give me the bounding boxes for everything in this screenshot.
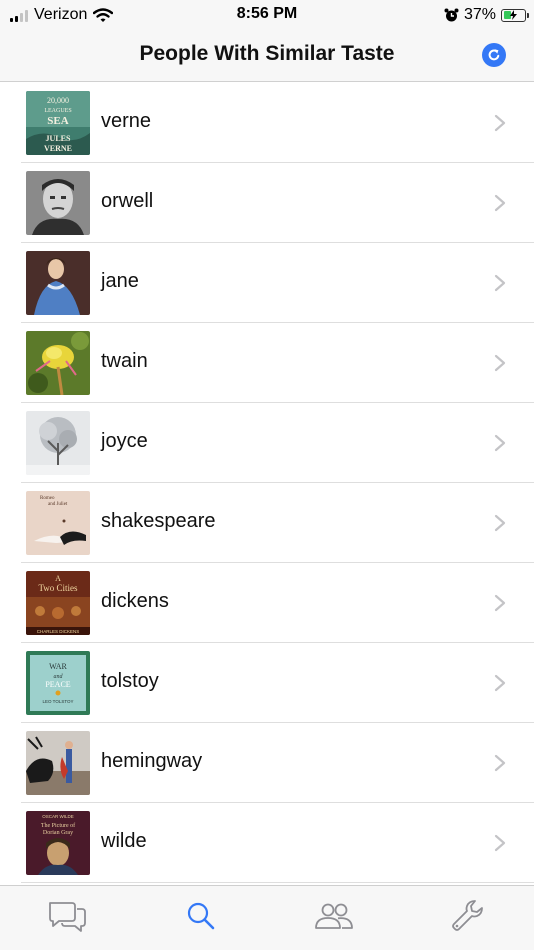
alarm-icon xyxy=(444,8,459,21)
tale-of-two-cities-cover: A Two Cities CHARLES DICKENS xyxy=(26,571,90,635)
chat-bubbles-icon xyxy=(49,902,86,932)
svg-text:VERNE: VERNE xyxy=(44,144,72,153)
orwell-portrait xyxy=(26,171,90,235)
dorian-gray-cover: OSCAR WILDE The Picture of Dorian Gray xyxy=(26,811,90,875)
person-name: jane xyxy=(101,270,139,292)
chevron-right-icon xyxy=(494,514,506,532)
person-name: joyce xyxy=(101,430,148,452)
svg-text:SEA: SEA xyxy=(47,115,68,127)
svg-text:and Juliet: and Juliet xyxy=(48,502,68,507)
refresh-icon xyxy=(482,43,506,67)
person-name: hemingway xyxy=(101,750,203,772)
tab-settings[interactable] xyxy=(447,898,487,934)
list-item[interactable]: joyce xyxy=(0,403,534,483)
person-name: orwell xyxy=(101,190,154,212)
people-icon xyxy=(315,903,353,929)
list-item[interactable]: Romeo and Juliet shakespeare xyxy=(0,483,534,563)
chevron-right-icon xyxy=(494,434,506,452)
svg-text:CHARLES DICKENS: CHARLES DICKENS xyxy=(37,629,80,634)
person-name: dickens xyxy=(101,590,169,612)
list-item[interactable]: hemingway xyxy=(0,723,534,803)
bullfight-painting xyxy=(26,731,90,795)
chevron-right-icon xyxy=(494,114,506,132)
list-item[interactable]: WAR and PEACE LEO TOLSTOY tolstoy xyxy=(0,643,534,723)
person-name: verne xyxy=(101,110,152,132)
chevron-right-icon xyxy=(494,594,506,612)
svg-text:20,000: 20,000 xyxy=(47,96,69,105)
svg-text:Romeo: Romeo xyxy=(40,496,55,501)
jane-austen-portrait xyxy=(26,251,90,315)
list-item[interactable]: 20,000 LEAGUES SEA JULES VERNE verne xyxy=(0,83,534,163)
people-list: 20,000 LEAGUES SEA JULES VERNE verne orw… xyxy=(0,83,534,883)
person-name: shakespeare xyxy=(101,510,216,532)
battery-charging-icon xyxy=(501,8,529,22)
romeo-and-juliet-cover: Romeo and Juliet xyxy=(26,491,90,555)
person-name: tolstoy xyxy=(101,670,159,692)
svg-text:PEACE: PEACE xyxy=(45,680,70,689)
svg-text:A: A xyxy=(55,574,61,583)
search-icon xyxy=(187,902,215,930)
chevron-right-icon xyxy=(494,354,506,372)
wrench-icon xyxy=(452,900,483,931)
yellow-flower-photo xyxy=(26,331,90,395)
chevron-right-icon xyxy=(494,754,506,772)
list-item[interactable]: jane xyxy=(0,243,534,323)
tab-search[interactable] xyxy=(181,898,221,934)
status-bar: Verizon 8:56 PM 37% xyxy=(0,0,534,30)
svg-text:LEAGUES: LEAGUES xyxy=(44,108,71,114)
war-and-peace-cover: WAR and PEACE LEO TOLSTOY xyxy=(26,651,90,715)
person-name: twain xyxy=(101,350,148,372)
chevron-right-icon xyxy=(494,194,506,212)
chevron-right-icon xyxy=(494,674,506,692)
person-name: wilde xyxy=(101,830,147,852)
list-item[interactable]: twain xyxy=(0,323,534,403)
battery-percent: 37% xyxy=(463,6,496,23)
svg-text:Dorian Gray: Dorian Gray xyxy=(43,830,73,836)
svg-text:OSCAR WILDE: OSCAR WILDE xyxy=(42,814,74,819)
svg-text:Two Cities: Two Cities xyxy=(38,583,78,593)
tab-messages[interactable] xyxy=(47,898,87,934)
page-title: People With Similar Taste xyxy=(139,42,395,65)
list-item[interactable]: OSCAR WILDE The Picture of Dorian Gray w… xyxy=(0,803,534,883)
twenty-thousand-leagues-cover: 20,000 LEAGUES SEA JULES VERNE xyxy=(26,91,90,155)
svg-text:JULES: JULES xyxy=(46,134,71,143)
svg-text:The Picture of: The Picture of xyxy=(41,822,75,829)
navigation-bar: People With Similar Taste xyxy=(0,30,534,82)
tab-bar xyxy=(0,885,534,950)
status-right: 37% xyxy=(444,5,529,25)
svg-text:LEO TOLSTOY: LEO TOLSTOY xyxy=(42,699,73,704)
tab-people[interactable] xyxy=(314,898,354,934)
chevron-right-icon xyxy=(494,834,506,852)
list-item[interactable]: A Two Cities CHARLES DICKENS dickens xyxy=(0,563,534,643)
chevron-right-icon xyxy=(494,274,506,292)
snowy-tree-photo xyxy=(26,411,90,475)
svg-text:WAR: WAR xyxy=(49,662,67,671)
list-item[interactable]: orwell xyxy=(0,163,534,243)
refresh-button[interactable] xyxy=(482,43,506,67)
